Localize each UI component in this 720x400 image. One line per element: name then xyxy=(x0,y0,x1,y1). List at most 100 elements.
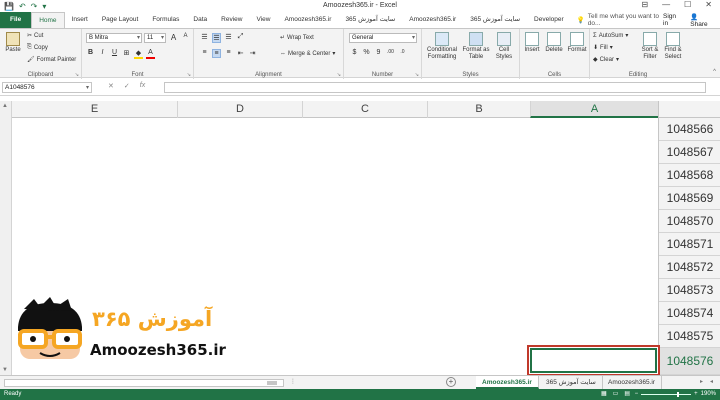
align-right-icon[interactable]: ≡ xyxy=(224,49,233,58)
zoom-slider[interactable] xyxy=(641,392,692,397)
normal-view-icon[interactable]: ▦ xyxy=(601,389,607,400)
tab-developer[interactable]: Developer xyxy=(527,12,571,28)
increase-indent-icon[interactable]: ⇥ xyxy=(248,49,257,58)
tab-data[interactable]: Data xyxy=(186,12,214,28)
tab-addin-3[interactable]: Amoozesh365.ir xyxy=(402,12,463,28)
comma-icon[interactable]: 9 xyxy=(374,49,383,56)
cut-button[interactable]: ✂ Cut xyxy=(27,32,43,40)
sheet-tab-3[interactable]: Amoozesh365.ir xyxy=(602,376,662,389)
find-select-button[interactable]: Find & Select xyxy=(662,32,684,61)
scroll-down-icon[interactable]: ▼ xyxy=(2,367,8,373)
page-layout-view-icon[interactable]: ▭ xyxy=(613,389,619,400)
tab-addin-2[interactable]: سایت آموزش 365 xyxy=(338,12,402,28)
tab-home[interactable]: Home xyxy=(31,12,65,28)
autosum-button[interactable]: Σ AutoSum ▾ xyxy=(593,32,628,40)
name-box[interactable]: A1048576 xyxy=(2,82,92,93)
page-break-view-icon[interactable]: ▤ xyxy=(624,389,630,400)
align-bottom-icon[interactable]: ☰ xyxy=(224,33,233,43)
tab-view[interactable]: View xyxy=(249,12,277,28)
enter-icon[interactable]: ✓ xyxy=(124,82,130,90)
align-top-icon[interactable]: ☰ xyxy=(200,33,209,43)
align-center-icon[interactable]: ≡ xyxy=(212,49,221,58)
font-color-icon[interactable]: A xyxy=(146,49,155,59)
sheet-tab-2[interactable]: سایت آموزش 365 xyxy=(540,376,603,389)
row-header[interactable]: 1048566 xyxy=(659,118,720,141)
sheet-nav-right-icon[interactable]: ▸ xyxy=(700,378,703,385)
dialog-launcher-icon[interactable]: ↘ xyxy=(337,72,341,78)
undo-icon[interactable]: ↶ xyxy=(19,2,26,11)
sign-in-link[interactable]: Sign in xyxy=(663,13,680,27)
borders-icon[interactable]: ⊞ xyxy=(122,49,131,59)
column-header-a[interactable]: A xyxy=(530,101,658,118)
ribbon-display-options-icon[interactable]: ⊟ xyxy=(641,0,648,9)
scroll-up-icon[interactable]: ▲ xyxy=(2,103,8,109)
close-icon[interactable]: ✕ xyxy=(705,0,712,9)
select-all-corner[interactable] xyxy=(658,101,720,118)
row-header[interactable]: 1048575 xyxy=(659,325,720,348)
sheet-options-icon[interactable]: ⋮ xyxy=(290,378,296,385)
row-header-active[interactable]: 1048576 xyxy=(659,348,720,375)
align-left-icon[interactable]: ≡ xyxy=(200,49,209,58)
tab-page-layout[interactable]: Page Layout xyxy=(95,12,146,28)
minimize-icon[interactable]: — xyxy=(662,0,670,9)
tab-insert[interactable]: Insert xyxy=(65,12,95,28)
dialog-launcher-icon[interactable]: ↘ xyxy=(415,72,419,78)
zoom-in-button[interactable]: + xyxy=(694,389,698,400)
row-header[interactable]: 1048568 xyxy=(659,164,720,187)
worksheet-grid[interactable]: ▲ ▼ E D C B A 1048566 1048567 1048568 10… xyxy=(0,97,720,376)
increase-decimal-icon[interactable]: .00 xyxy=(386,49,395,56)
cancel-icon[interactable]: ✕ xyxy=(108,82,114,90)
column-header-b[interactable]: B xyxy=(427,101,530,118)
wrap-text-button[interactable]: ↵ Wrap Text xyxy=(280,34,314,42)
italic-button[interactable]: I xyxy=(98,49,107,59)
insert-function-icon[interactable]: fx xyxy=(140,82,145,90)
maximize-icon[interactable]: ☐ xyxy=(684,0,691,9)
sort-filter-button[interactable]: Sort & Filter xyxy=(640,32,660,61)
tab-file[interactable]: File xyxy=(0,12,32,28)
fill-button[interactable]: ⬇ Fill ▾ xyxy=(593,44,613,52)
column-header-c[interactable]: C xyxy=(302,101,427,118)
row-header[interactable]: 1048570 xyxy=(659,210,720,233)
bold-button[interactable]: B xyxy=(86,49,95,59)
column-header-e[interactable]: E xyxy=(12,101,177,118)
horizontal-scrollbar[interactable] xyxy=(4,379,284,387)
format-as-table-button[interactable]: Format as Table xyxy=(462,32,490,61)
copy-button[interactable]: ⎘ Copy xyxy=(27,44,48,51)
scrollbar-thumb[interactable] xyxy=(267,381,277,385)
clear-button[interactable]: ◆ Clear ▾ xyxy=(593,56,619,64)
font-size-select[interactable]: 11 xyxy=(144,33,166,43)
decrease-decimal-icon[interactable]: .0 xyxy=(398,49,407,56)
decrease-indent-icon[interactable]: ⇤ xyxy=(236,49,245,58)
conditional-formatting-button[interactable]: Conditional Formatting xyxy=(424,32,460,61)
percent-icon[interactable]: % xyxy=(362,49,371,56)
delete-cells-button[interactable]: Delete xyxy=(544,32,564,54)
merge-center-button[interactable]: ⇔ Merge & Center ▾ xyxy=(280,50,335,58)
zoom-out-button[interactable]: − xyxy=(635,389,639,400)
row-header[interactable]: 1048569 xyxy=(659,187,720,210)
insert-cells-button[interactable]: Insert xyxy=(522,32,542,54)
tab-review[interactable]: Review xyxy=(214,12,249,28)
redo-icon[interactable]: ↷ xyxy=(31,2,38,11)
row-header[interactable]: 1048567 xyxy=(659,141,720,164)
format-painter-button[interactable]: 🖌 Format Painter xyxy=(27,56,76,64)
grow-font-icon[interactable]: A xyxy=(169,33,178,42)
tab-addin-1[interactable]: Amoozesh365.ir xyxy=(277,12,338,28)
dialog-launcher-icon[interactable]: ↘ xyxy=(187,72,191,78)
row-header[interactable]: 1048573 xyxy=(659,279,720,302)
tab-addin-4[interactable]: سایت آموزش 365 xyxy=(463,12,527,28)
cell-styles-button[interactable]: Cell Styles xyxy=(492,32,516,61)
dialog-launcher-icon[interactable]: ↘ xyxy=(75,72,79,78)
underline-button[interactable]: U xyxy=(110,49,119,59)
sheet-nav-left-icon[interactable]: ◂ xyxy=(710,378,713,385)
zoom-level[interactable]: 190% xyxy=(701,389,716,400)
align-middle-icon[interactable]: ☰ xyxy=(212,33,221,43)
font-name-select[interactable]: B Mitra xyxy=(86,33,142,43)
number-format-select[interactable]: General xyxy=(349,33,417,43)
currency-icon[interactable]: $ xyxy=(350,49,359,56)
format-cells-button[interactable]: Format xyxy=(566,32,588,54)
row-header[interactable]: 1048572 xyxy=(659,256,720,279)
tell-me-box[interactable]: 💡 Tell me what you want to do... xyxy=(577,12,663,28)
share-button[interactable]: 👤 Share xyxy=(690,13,714,28)
column-header-d[interactable]: D xyxy=(177,101,302,118)
orientation-icon[interactable]: ⤢ xyxy=(236,33,245,43)
